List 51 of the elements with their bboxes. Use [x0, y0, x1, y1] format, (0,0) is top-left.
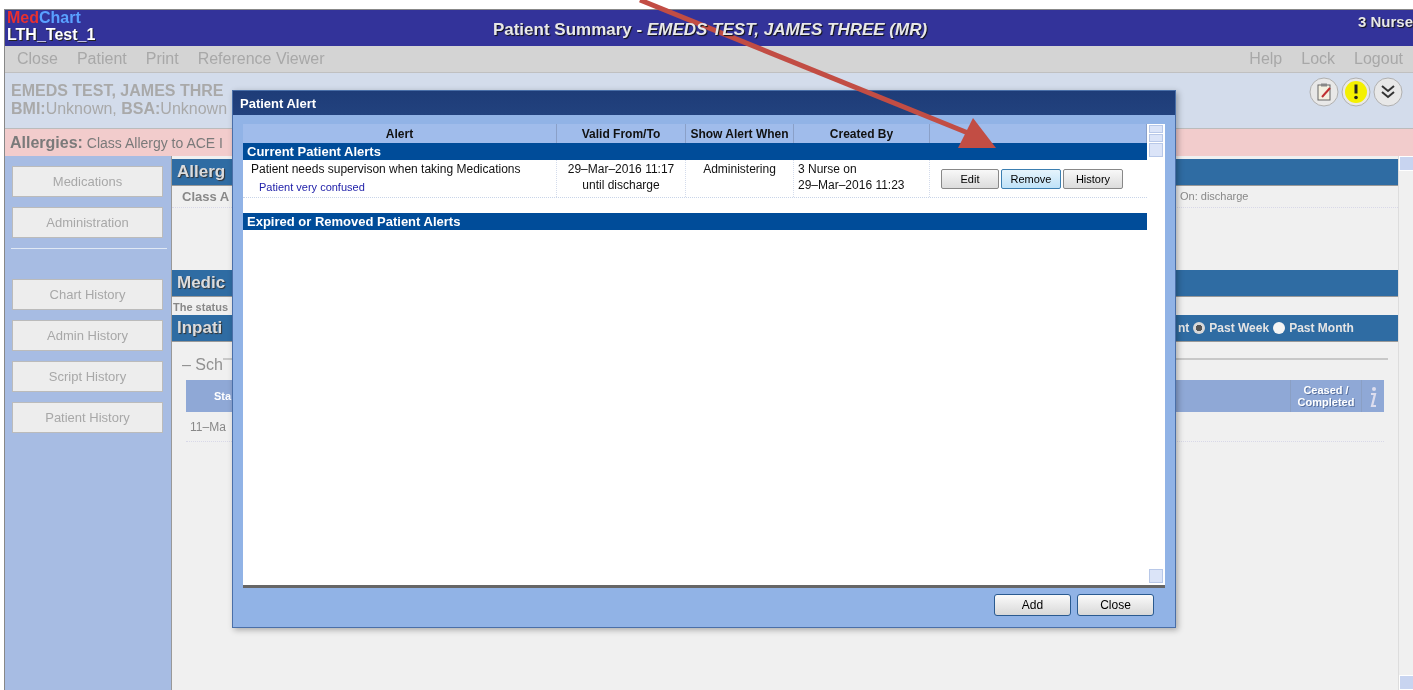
window-title: Patient Summary - EMEDS TEST, JAMES THREE (MR) [492, 20, 928, 40]
table-cell: Administering [703, 161, 776, 177]
radio-label[interactable]: Past Month [1289, 321, 1354, 335]
section-title: Expired or Removed Patient Alerts [247, 214, 461, 229]
alert-note: Patient very confused [258, 180, 365, 195]
sidebar-button[interactable]: Patient History [12, 402, 163, 433]
section-title: Allerg [177, 162, 226, 182]
scroll-down-icon[interactable] [1149, 569, 1163, 583]
patient-measures: BMI:Unknown, BSA:Unknown [11, 100, 228, 118]
alert-icon[interactable] [1341, 77, 1371, 107]
patient-name: EMEDS TEST, JAMES THRE [11, 82, 224, 100]
sidebar-button[interactable]: Administration [12, 207, 163, 238]
alert-text: Patient needs supervison when taking Medications [251, 161, 521, 177]
column-header: Ceased / Completed [1290, 380, 1362, 412]
scroll-up-icon[interactable] [1149, 143, 1163, 157]
scrollbar[interactable] [1147, 124, 1165, 585]
site-name: LTH_Test_1 [7, 26, 96, 43]
sidebar-button[interactable]: Script History [12, 361, 163, 392]
sidebar-button[interactable]: Chart History [12, 279, 163, 310]
double-chevron-icon[interactable] [1373, 77, 1403, 107]
section-title: Inpati [177, 318, 223, 337]
dialog-title: Patient Alert [240, 95, 317, 111]
table-cell: 29–Mar–2016 11:23 [798, 177, 905, 193]
schedule-heading: – Sch [182, 356, 223, 374]
table-cell: 3 Nurse on [798, 161, 857, 177]
column-header: Sta [213, 390, 233, 402]
sidebar-button[interactable]: Admin History [12, 320, 163, 351]
row-action-button[interactable]: Remove [1001, 168, 1061, 189]
row-action-button[interactable]: History [1063, 168, 1123, 189]
table-cell: until discharge [582, 177, 660, 193]
sidebar-button[interactable]: Medications [12, 166, 163, 197]
user-name: 3 Nurse [1357, 13, 1413, 30]
table-cell-text: 11–Ma [189, 419, 226, 434]
table-cell: 29–Mar–2016 11:17 [567, 161, 675, 177]
radio-button[interactable] [1193, 322, 1206, 334]
clipboard-icon[interactable] [1309, 77, 1339, 107]
row-action-button[interactable]: Edit [941, 168, 999, 189]
radio-label[interactable]: nt [1178, 321, 1190, 335]
app-logo: MedChart [7, 10, 81, 26]
scroll-down-icon[interactable] [1149, 134, 1163, 142]
dialog-button[interactable]: Add [994, 594, 1071, 616]
scroll-up-icon[interactable] [1149, 125, 1163, 133]
dialog-button[interactable]: Close [1077, 594, 1154, 616]
radio-label[interactable]: Past Week [1209, 321, 1270, 335]
allergy-text: Allergies: Class Allergy to ACE I [10, 133, 223, 152]
section-title: Current Patient Alerts [247, 144, 381, 159]
allergy-detail: On: discharge [1180, 189, 1249, 202]
status-text: The status [172, 300, 229, 315]
allergy-entry: Class A [181, 188, 230, 204]
section-title: Medic [177, 273, 226, 293]
radio-button[interactable] [1273, 322, 1286, 334]
